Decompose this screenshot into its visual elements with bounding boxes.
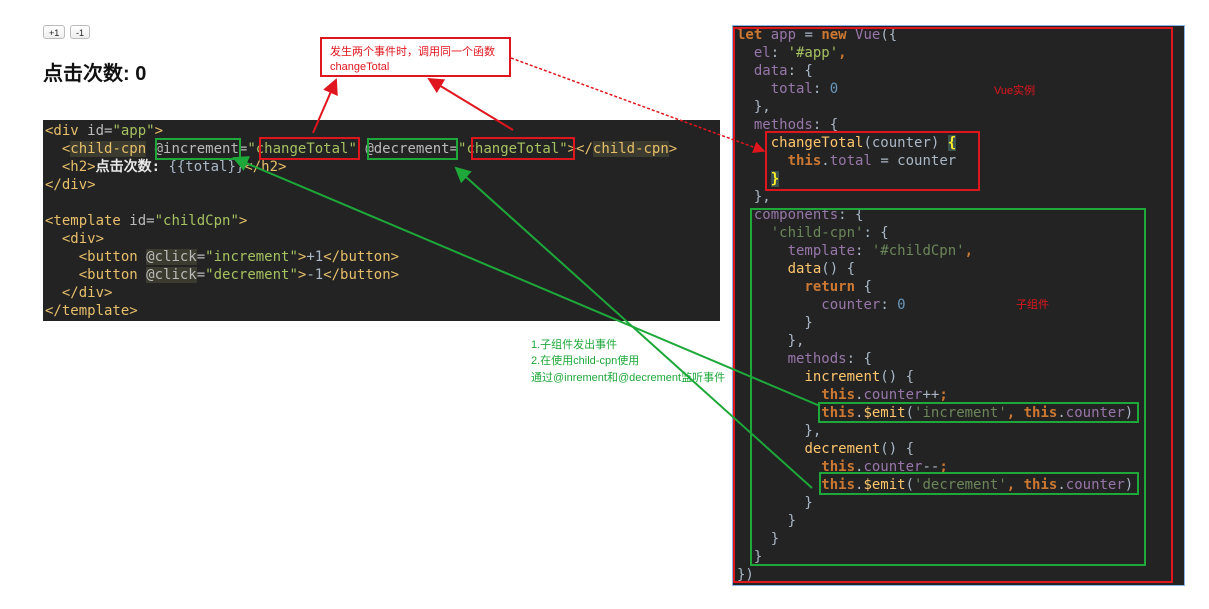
red-arrow-1 xyxy=(312,78,338,134)
red-dashed-arrow xyxy=(510,57,766,154)
green-arrow-decrement xyxy=(454,166,813,489)
green-arrow-increment xyxy=(232,156,821,407)
red-arrow-2 xyxy=(427,77,514,131)
annotation-arrows xyxy=(232,57,821,489)
